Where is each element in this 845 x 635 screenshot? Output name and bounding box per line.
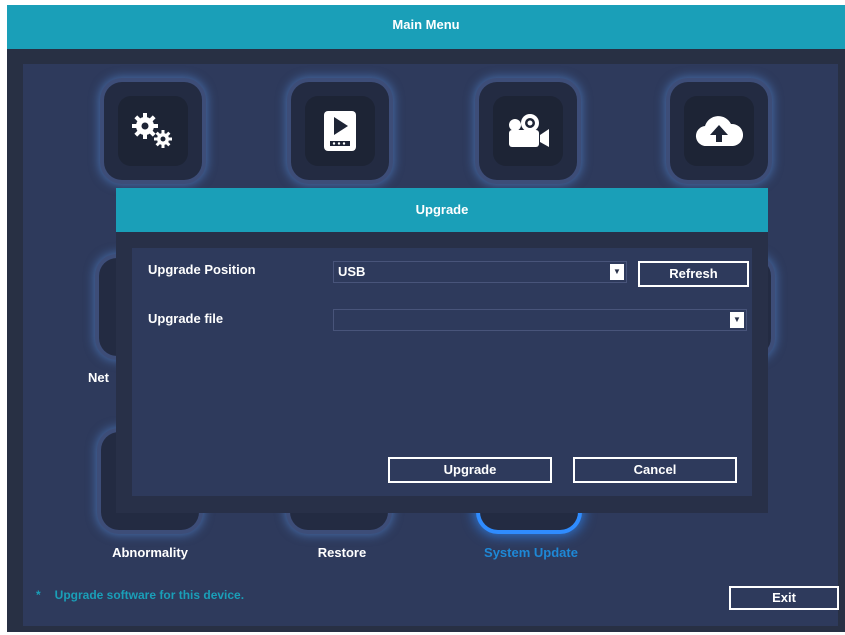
abnormality-label[interactable]: Abnormality bbox=[70, 545, 230, 560]
refresh-button[interactable]: Refresh bbox=[638, 261, 749, 287]
dialog-body: Upgrade Position USB ▼ Refresh Upgrade f… bbox=[132, 248, 752, 496]
upgrade-position-label: Upgrade Position bbox=[148, 262, 256, 277]
cancel-button[interactable]: Cancel bbox=[573, 457, 737, 483]
hint-star: * bbox=[36, 588, 41, 602]
record-tile[interactable] bbox=[479, 82, 577, 180]
upgrade-file-select[interactable]: ▼ bbox=[333, 309, 747, 331]
window-title: Main Menu bbox=[7, 5, 845, 49]
playback-icon bbox=[324, 111, 356, 151]
chevron-down-icon[interactable]: ▼ bbox=[730, 312, 744, 328]
upgrade-position-value: USB bbox=[338, 264, 366, 279]
exit-button[interactable]: Exit bbox=[729, 586, 839, 610]
restore-label[interactable]: Restore bbox=[262, 545, 422, 560]
upgrade-position-select[interactable]: USB ▼ bbox=[333, 261, 627, 283]
camera-icon bbox=[509, 114, 549, 147]
upgrade-dialog: Upgrade Upgrade Position USB ▼ Refresh U… bbox=[116, 188, 768, 513]
gear-icon bbox=[132, 113, 172, 148]
chevron-down-icon[interactable]: ▼ bbox=[610, 264, 624, 280]
settings-tile[interactable] bbox=[104, 82, 202, 180]
dialog-title: Upgrade bbox=[116, 188, 768, 232]
system-update-label[interactable]: System Update bbox=[451, 545, 611, 560]
playback-tile[interactable] bbox=[291, 82, 389, 180]
cloud-tile[interactable] bbox=[670, 82, 768, 180]
upgrade-file-label: Upgrade file bbox=[148, 311, 224, 326]
cloud-upload-icon bbox=[696, 116, 743, 147]
status-hint: * Upgrade software for this device. bbox=[36, 588, 244, 602]
hint-text: Upgrade software for this device. bbox=[54, 588, 245, 602]
upgrade-button[interactable]: Upgrade bbox=[388, 457, 552, 483]
